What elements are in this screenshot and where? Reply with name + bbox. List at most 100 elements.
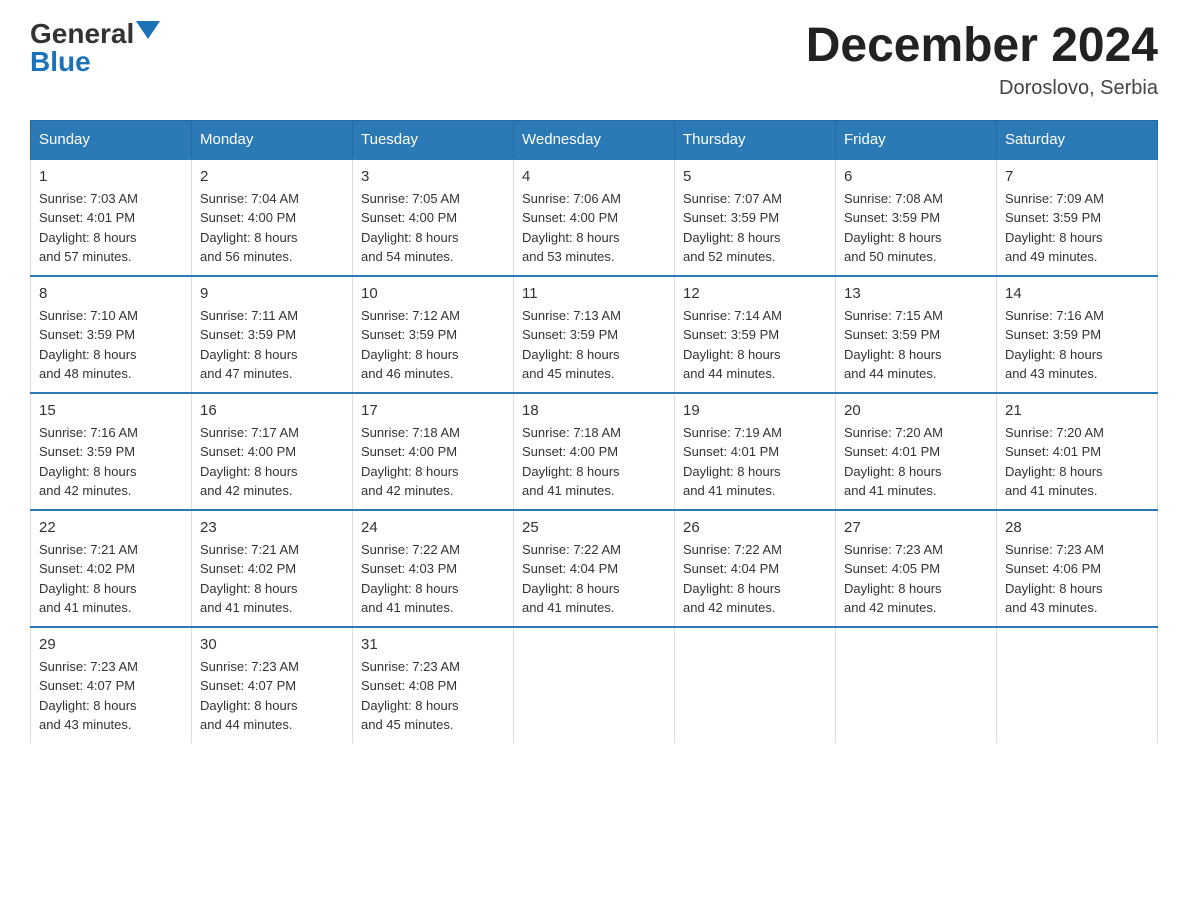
day-info: Sunrise: 7:22 AM Sunset: 4:03 PM Dayligh… xyxy=(361,540,505,618)
day-number: 31 xyxy=(361,636,505,653)
day-number: 22 xyxy=(39,519,183,536)
table-row xyxy=(514,627,675,743)
day-number: 3 xyxy=(361,168,505,185)
day-info: Sunrise: 7:11 AM Sunset: 3:59 PM Dayligh… xyxy=(200,306,344,384)
table-row: 27 Sunrise: 7:23 AM Sunset: 4:05 PM Dayl… xyxy=(836,510,997,627)
header-friday: Friday xyxy=(836,120,997,159)
table-row: 29 Sunrise: 7:23 AM Sunset: 4:07 PM Dayl… xyxy=(31,627,192,743)
table-row xyxy=(836,627,997,743)
calendar-week-row: 29 Sunrise: 7:23 AM Sunset: 4:07 PM Dayl… xyxy=(31,627,1158,743)
day-info: Sunrise: 7:22 AM Sunset: 4:04 PM Dayligh… xyxy=(683,540,827,618)
day-info: Sunrise: 7:04 AM Sunset: 4:00 PM Dayligh… xyxy=(200,189,344,267)
day-number: 12 xyxy=(683,285,827,302)
table-row: 22 Sunrise: 7:21 AM Sunset: 4:02 PM Dayl… xyxy=(31,510,192,627)
day-info: Sunrise: 7:23 AM Sunset: 4:07 PM Dayligh… xyxy=(39,657,183,735)
day-number: 2 xyxy=(200,168,344,185)
table-row: 13 Sunrise: 7:15 AM Sunset: 3:59 PM Dayl… xyxy=(836,276,997,393)
day-info: Sunrise: 7:23 AM Sunset: 4:07 PM Dayligh… xyxy=(200,657,344,735)
table-row: 3 Sunrise: 7:05 AM Sunset: 4:00 PM Dayli… xyxy=(353,159,514,276)
day-number: 18 xyxy=(522,402,666,419)
day-info: Sunrise: 7:22 AM Sunset: 4:04 PM Dayligh… xyxy=(522,540,666,618)
day-info: Sunrise: 7:05 AM Sunset: 4:00 PM Dayligh… xyxy=(361,189,505,267)
day-number: 9 xyxy=(200,285,344,302)
day-number: 15 xyxy=(39,402,183,419)
table-row: 28 Sunrise: 7:23 AM Sunset: 4:06 PM Dayl… xyxy=(997,510,1158,627)
table-row: 10 Sunrise: 7:12 AM Sunset: 3:59 PM Dayl… xyxy=(353,276,514,393)
day-info: Sunrise: 7:20 AM Sunset: 4:01 PM Dayligh… xyxy=(844,423,988,501)
table-row: 15 Sunrise: 7:16 AM Sunset: 3:59 PM Dayl… xyxy=(31,393,192,510)
table-row: 4 Sunrise: 7:06 AM Sunset: 4:00 PM Dayli… xyxy=(514,159,675,276)
day-number: 1 xyxy=(39,168,183,185)
day-number: 8 xyxy=(39,285,183,302)
day-number: 24 xyxy=(361,519,505,536)
day-info: Sunrise: 7:18 AM Sunset: 4:00 PM Dayligh… xyxy=(361,423,505,501)
table-row: 30 Sunrise: 7:23 AM Sunset: 4:07 PM Dayl… xyxy=(192,627,353,743)
table-row: 24 Sunrise: 7:22 AM Sunset: 4:03 PM Dayl… xyxy=(353,510,514,627)
day-info: Sunrise: 7:21 AM Sunset: 4:02 PM Dayligh… xyxy=(200,540,344,618)
table-row: 25 Sunrise: 7:22 AM Sunset: 4:04 PM Dayl… xyxy=(514,510,675,627)
table-row: 1 Sunrise: 7:03 AM Sunset: 4:01 PM Dayli… xyxy=(31,159,192,276)
table-row: 17 Sunrise: 7:18 AM Sunset: 4:00 PM Dayl… xyxy=(353,393,514,510)
day-number: 13 xyxy=(844,285,988,302)
day-info: Sunrise: 7:08 AM Sunset: 3:59 PM Dayligh… xyxy=(844,189,988,267)
table-row: 23 Sunrise: 7:21 AM Sunset: 4:02 PM Dayl… xyxy=(192,510,353,627)
calendar-week-row: 8 Sunrise: 7:10 AM Sunset: 3:59 PM Dayli… xyxy=(31,276,1158,393)
day-number: 16 xyxy=(200,402,344,419)
day-number: 30 xyxy=(200,636,344,653)
calendar-week-row: 22 Sunrise: 7:21 AM Sunset: 4:02 PM Dayl… xyxy=(31,510,1158,627)
table-row: 18 Sunrise: 7:18 AM Sunset: 4:00 PM Dayl… xyxy=(514,393,675,510)
table-row: 16 Sunrise: 7:17 AM Sunset: 4:00 PM Dayl… xyxy=(192,393,353,510)
logo-general-text: General xyxy=(30,20,134,48)
table-row: 14 Sunrise: 7:16 AM Sunset: 3:59 PM Dayl… xyxy=(997,276,1158,393)
day-info: Sunrise: 7:03 AM Sunset: 4:01 PM Dayligh… xyxy=(39,189,183,267)
day-info: Sunrise: 7:16 AM Sunset: 3:59 PM Dayligh… xyxy=(39,423,183,501)
day-number: 6 xyxy=(844,168,988,185)
day-info: Sunrise: 7:17 AM Sunset: 4:00 PM Dayligh… xyxy=(200,423,344,501)
day-info: Sunrise: 7:06 AM Sunset: 4:00 PM Dayligh… xyxy=(522,189,666,267)
day-info: Sunrise: 7:10 AM Sunset: 3:59 PM Dayligh… xyxy=(39,306,183,384)
day-info: Sunrise: 7:14 AM Sunset: 3:59 PM Dayligh… xyxy=(683,306,827,384)
table-row xyxy=(675,627,836,743)
day-info: Sunrise: 7:16 AM Sunset: 3:59 PM Dayligh… xyxy=(1005,306,1149,384)
table-row: 12 Sunrise: 7:14 AM Sunset: 3:59 PM Dayl… xyxy=(675,276,836,393)
logo-arrow-icon xyxy=(136,21,160,39)
day-number: 4 xyxy=(522,168,666,185)
day-number: 20 xyxy=(844,402,988,419)
table-row: 26 Sunrise: 7:22 AM Sunset: 4:04 PM Dayl… xyxy=(675,510,836,627)
title-section: December 2024 Doroslovo, Serbia xyxy=(806,20,1158,100)
day-number: 11 xyxy=(522,285,666,302)
table-row: 8 Sunrise: 7:10 AM Sunset: 3:59 PM Dayli… xyxy=(31,276,192,393)
day-info: Sunrise: 7:09 AM Sunset: 3:59 PM Dayligh… xyxy=(1005,189,1149,267)
page-header: General Blue December 2024 Doroslovo, Se… xyxy=(30,20,1158,100)
calendar-table: Sunday Monday Tuesday Wednesday Thursday… xyxy=(30,120,1158,743)
header-monday: Monday xyxy=(192,120,353,159)
day-number: 25 xyxy=(522,519,666,536)
day-info: Sunrise: 7:23 AM Sunset: 4:06 PM Dayligh… xyxy=(1005,540,1149,618)
table-row: 9 Sunrise: 7:11 AM Sunset: 3:59 PM Dayli… xyxy=(192,276,353,393)
day-info: Sunrise: 7:13 AM Sunset: 3:59 PM Dayligh… xyxy=(522,306,666,384)
table-row: 11 Sunrise: 7:13 AM Sunset: 3:59 PM Dayl… xyxy=(514,276,675,393)
location: Doroslovo, Serbia xyxy=(806,77,1158,100)
day-info: Sunrise: 7:23 AM Sunset: 4:05 PM Dayligh… xyxy=(844,540,988,618)
day-info: Sunrise: 7:12 AM Sunset: 3:59 PM Dayligh… xyxy=(361,306,505,384)
day-number: 28 xyxy=(1005,519,1149,536)
table-row: 5 Sunrise: 7:07 AM Sunset: 3:59 PM Dayli… xyxy=(675,159,836,276)
table-row: 7 Sunrise: 7:09 AM Sunset: 3:59 PM Dayli… xyxy=(997,159,1158,276)
day-number: 19 xyxy=(683,402,827,419)
day-number: 26 xyxy=(683,519,827,536)
day-number: 7 xyxy=(1005,168,1149,185)
day-number: 10 xyxy=(361,285,505,302)
day-number: 29 xyxy=(39,636,183,653)
logo: General Blue xyxy=(30,20,160,76)
calendar-week-row: 15 Sunrise: 7:16 AM Sunset: 3:59 PM Dayl… xyxy=(31,393,1158,510)
table-row: 21 Sunrise: 7:20 AM Sunset: 4:01 PM Dayl… xyxy=(997,393,1158,510)
table-row: 2 Sunrise: 7:04 AM Sunset: 4:00 PM Dayli… xyxy=(192,159,353,276)
table-row: 6 Sunrise: 7:08 AM Sunset: 3:59 PM Dayli… xyxy=(836,159,997,276)
table-row xyxy=(997,627,1158,743)
day-info: Sunrise: 7:21 AM Sunset: 4:02 PM Dayligh… xyxy=(39,540,183,618)
header-saturday: Saturday xyxy=(997,120,1158,159)
header-tuesday: Tuesday xyxy=(353,120,514,159)
header-thursday: Thursday xyxy=(675,120,836,159)
day-number: 14 xyxy=(1005,285,1149,302)
day-info: Sunrise: 7:07 AM Sunset: 3:59 PM Dayligh… xyxy=(683,189,827,267)
